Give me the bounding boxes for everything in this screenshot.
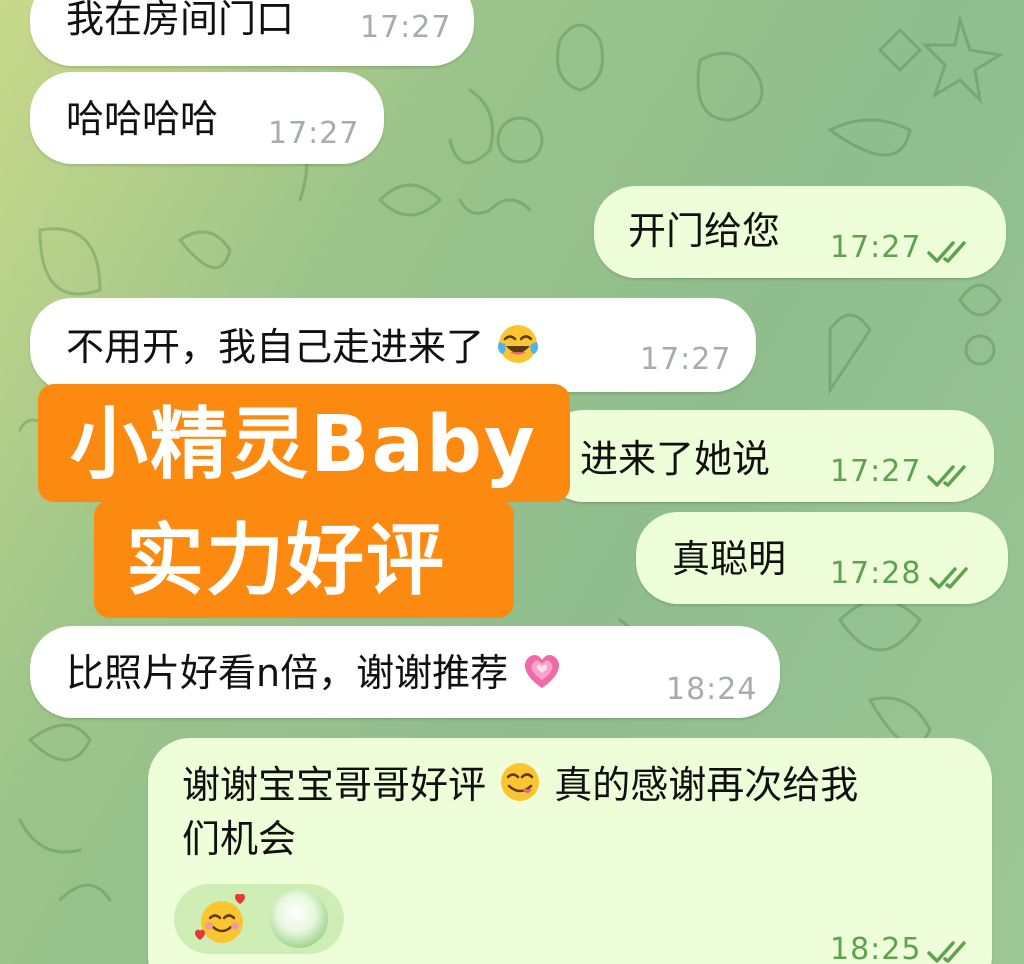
face-with-tears-of-joy-icon: [498, 325, 539, 363]
message-text-content: 真的感谢再次给我: [554, 763, 859, 807]
message-text: 开门给您: [628, 209, 781, 253]
message-time: 18:25: [830, 932, 922, 964]
double-check-icon: [927, 941, 966, 963]
message-text: 进来了她说: [580, 437, 771, 481]
message-time: 17:27: [830, 454, 922, 489]
message-text: 不用开，我自己走进来了: [66, 322, 540, 372]
message-text-content: 谢谢宝宝哥哥好评: [182, 763, 487, 807]
message-time: 17:27: [640, 342, 732, 377]
double-check-icon: [929, 567, 968, 589]
message-text: 我在房间门口: [66, 0, 295, 41]
message-text-line1: 谢谢宝宝哥哥好评 真的感谢再次给我: [182, 760, 858, 810]
message-time: 17:27: [268, 116, 360, 151]
message-text-content: 比照片好看n倍，谢谢推荐: [66, 651, 509, 695]
message-bubble-incoming[interactable]: 哈哈哈哈 17:27: [30, 72, 384, 164]
reaction-chip[interactable]: [174, 884, 344, 954]
avatar: [270, 890, 328, 948]
message-bubble-incoming[interactable]: 不用开，我自己走进来了 17:27: [30, 298, 756, 392]
promo-text-line1: 小精灵Baby: [70, 400, 537, 490]
face-savoring-food-icon: [501, 763, 540, 801]
message-time: 17:28: [830, 556, 922, 591]
message-text-line2: 们机会: [182, 817, 297, 861]
growing-heart-icon: [525, 654, 560, 688]
message-text: 真聪明: [672, 537, 787, 581]
message-bubble-incoming[interactable]: 比照片好看n倍，谢谢推荐 18:24: [30, 626, 780, 718]
double-check-icon: [927, 465, 966, 487]
message-text: 比照片好看n倍，谢谢推荐: [66, 648, 564, 698]
message-text: 哈哈哈哈: [66, 97, 219, 141]
smiling-face-with-hearts-icon: [195, 894, 245, 943]
message-bubble-outgoing[interactable]: 真聪明 17:28: [636, 512, 1008, 604]
message-bubble-outgoing[interactable]: 开门给您 17:27: [594, 186, 1006, 278]
message-time: 18:24: [666, 672, 758, 707]
double-check-icon: [927, 241, 966, 263]
message-bubble-outgoing[interactable]: 进来了她说 17:27: [542, 410, 994, 502]
message-time: 17:27: [830, 230, 922, 265]
message-bubble-incoming[interactable]: 我在房间门口 17:27: [30, 0, 474, 66]
message-time: 17:27: [360, 10, 452, 45]
promo-text-line2: 实力好评: [126, 516, 447, 606]
message-text-content: 不用开，我自己走进来了: [66, 325, 485, 369]
